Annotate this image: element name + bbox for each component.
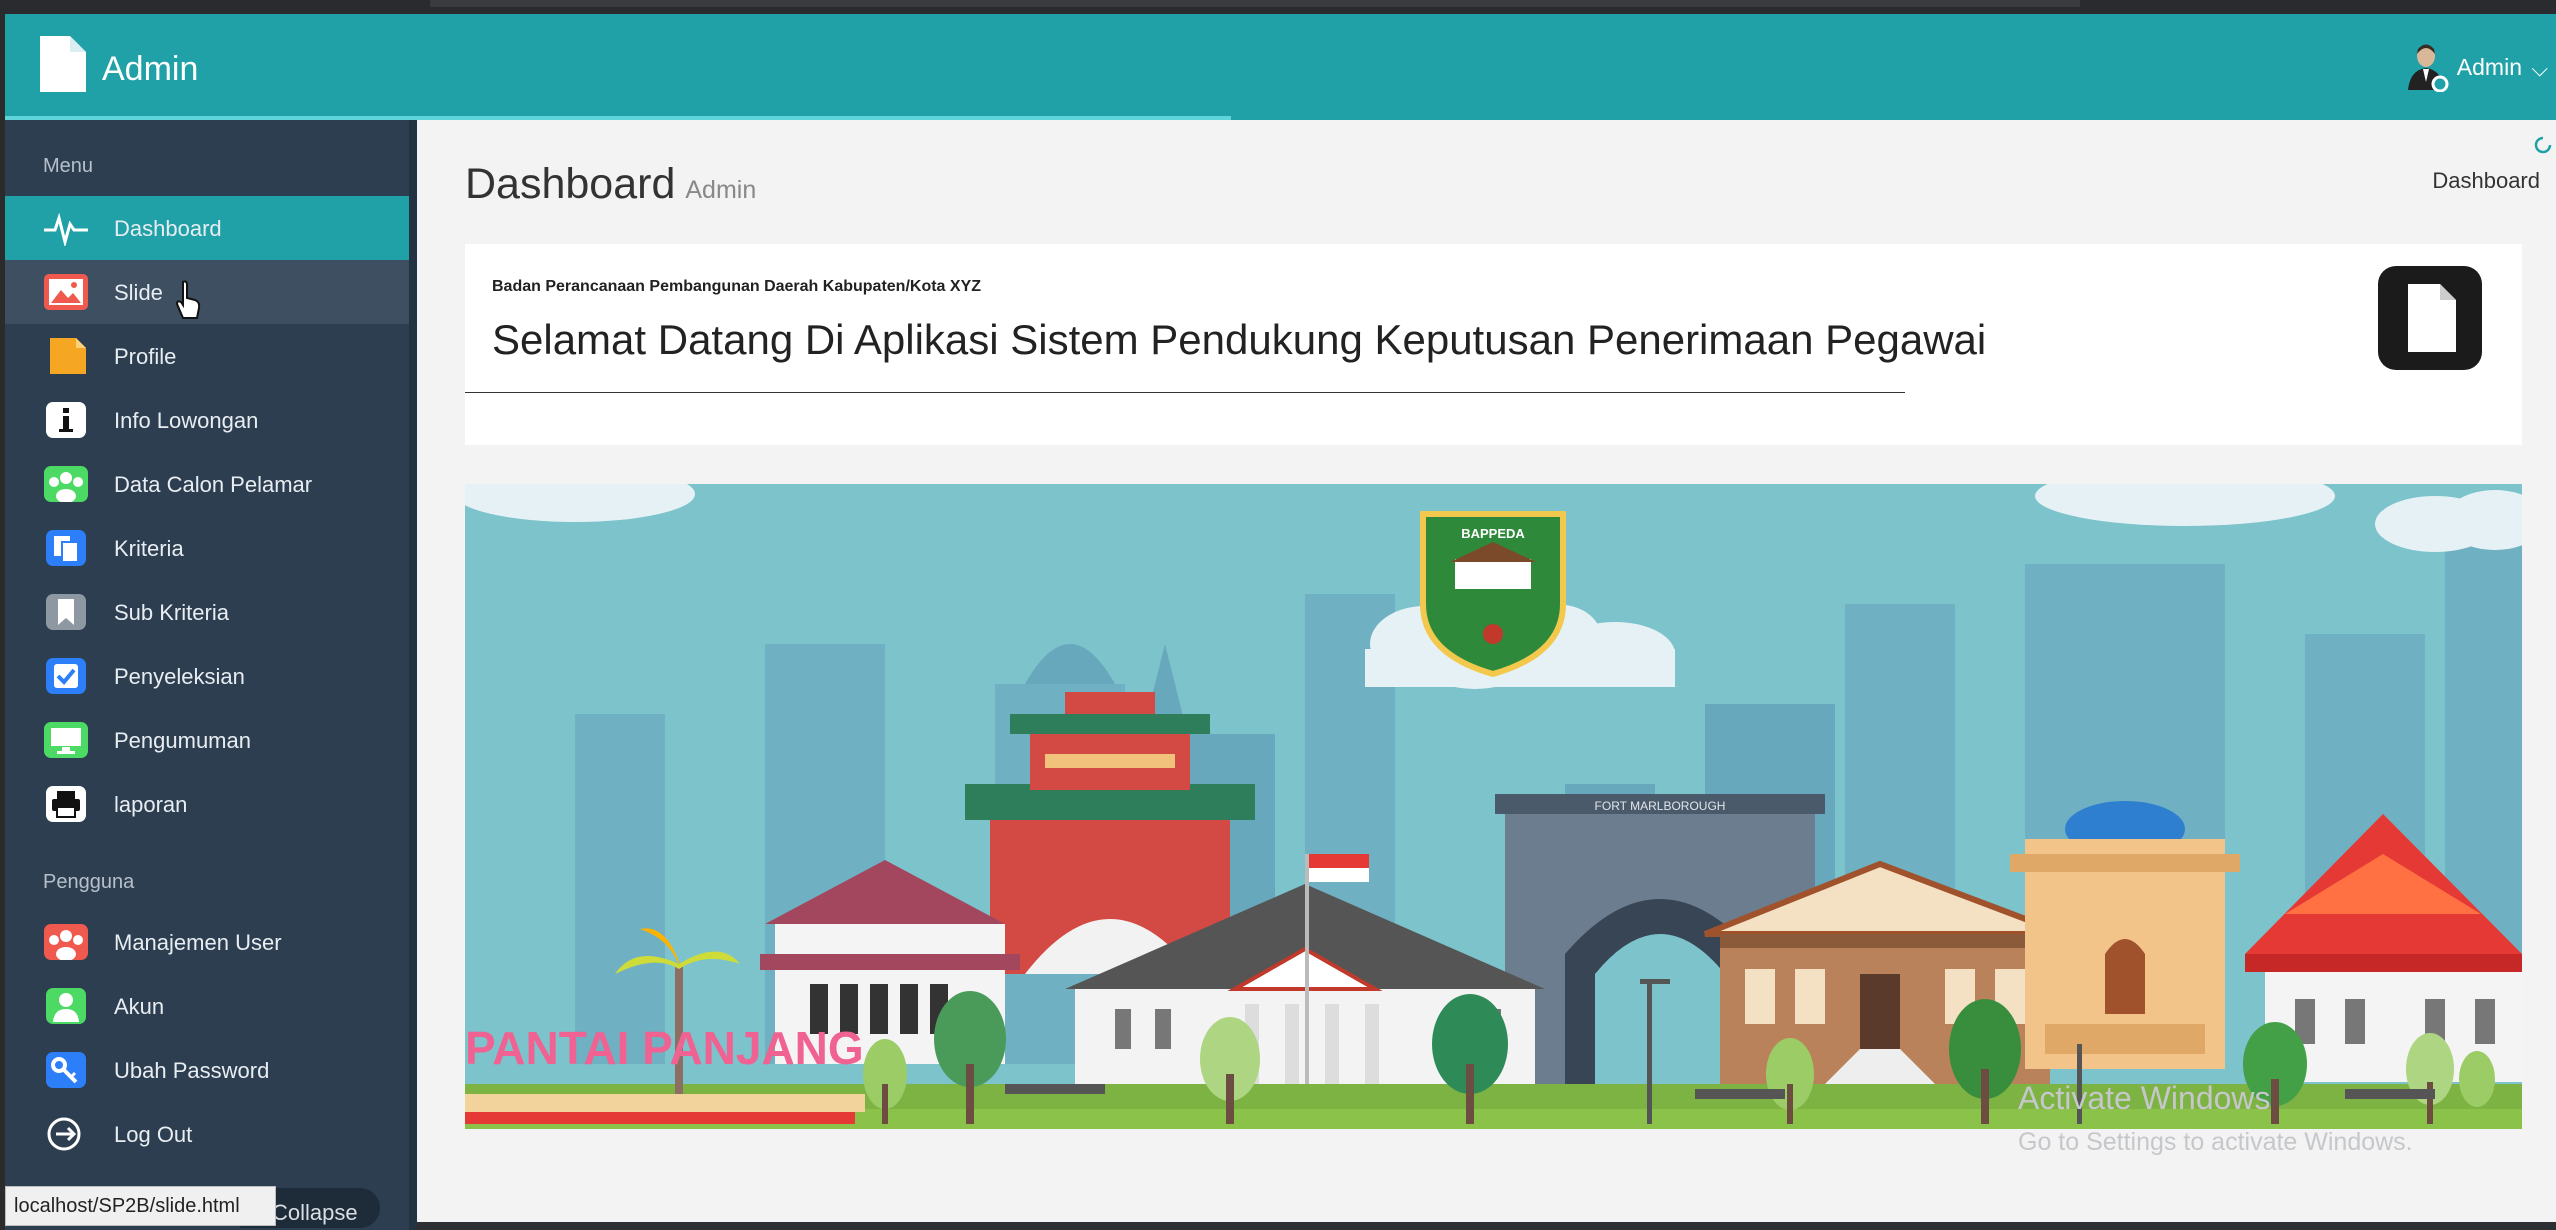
cursor-hand-icon — [175, 280, 201, 319]
sidebar-item-log-out[interactable]: Log Out — [5, 1102, 409, 1166]
logout-icon — [47, 1117, 81, 1151]
page-subtitle: Admin — [685, 176, 757, 204]
sidebar-item-akun[interactable]: Akun — [5, 974, 409, 1038]
windows-activation-watermark-title: Activate Windows — [2018, 1080, 2271, 1116]
monitor-icon — [44, 722, 88, 758]
page-title-text: Dashboard — [465, 160, 676, 208]
copy-icon — [46, 530, 86, 566]
sidebar-item-label: Kriteria — [114, 536, 184, 561]
sidebar-item-laporan[interactable]: laporan — [5, 772, 409, 836]
sidebar-item-dashboard[interactable]: Dashboard — [5, 196, 409, 260]
sidebar-item-label: Profile — [114, 344, 177, 369]
checkbox-icon — [46, 658, 86, 694]
city-illustration: BAPPEDA FORT MARLBOROUGH PANTAI PANJANG — [465, 484, 2522, 1129]
file-icon — [50, 338, 86, 374]
loading-spinner-icon — [2534, 136, 2552, 154]
bookmark-icon — [46, 594, 86, 630]
sidebar-item-kriteria[interactable]: Kriteria — [5, 516, 409, 580]
sidebar-item-manajemen-user[interactable]: Manajemen User — [5, 910, 409, 974]
sidebar-item-ubah-password[interactable]: Ubah Password — [5, 1038, 409, 1102]
main-content: Dashboard Admin Dashboard Badan Perancana… — [417, 120, 2556, 1230]
organization-name: Badan Perancanaan Pembangunan Daerah Kab… — [492, 278, 982, 295]
page-title: Dashboard Admin — [465, 160, 756, 209]
pulse-icon — [44, 212, 88, 246]
users-icon — [44, 466, 88, 502]
sidebar-item-label: Slide — [114, 280, 163, 305]
welcome-card-footer — [465, 393, 2522, 445]
sidebar-item-label: Penyeleksian — [114, 664, 245, 689]
user-name-label[interactable]: Admin — [2457, 54, 2522, 81]
sidebar-item-label: Data Calon Pelamar — [114, 472, 313, 497]
sidebar-item-label: Dashboard — [114, 216, 222, 241]
sidebar-item-data-calon-pelamar[interactable]: Data Calon Pelamar — [5, 452, 409, 516]
bappeda-badge-text: BAPPEDA — [1461, 526, 1525, 541]
sidebar-section-pengguna: Pengguna — [43, 871, 135, 893]
users-icon — [44, 924, 88, 960]
top-window-strip — [0, 0, 2556, 14]
status-bar-url: localhost/SP2B/slide.html — [5, 1186, 276, 1226]
fort-label: FORT MARLBOROUGH — [1595, 799, 1726, 813]
document-icon — [40, 36, 86, 92]
brand-title[interactable]: Admin — [102, 50, 198, 89]
sidebar-item-info-lowongan[interactable]: Info Lowongan — [5, 388, 409, 452]
top-header: Admin Admin ⌵ — [5, 14, 2556, 120]
breadcrumb[interactable]: Dashboard — [2432, 168, 2540, 194]
welcome-card: Badan Perancanaan Pembangunan Daerah Kab… — [465, 244, 2522, 395]
sidebar-item-label: Sub Kriteria — [114, 600, 229, 625]
sidebar-item-label: Log Out — [114, 1122, 193, 1147]
address-strip — [430, 0, 2080, 7]
key-icon — [46, 1052, 86, 1088]
windows-activation-watermark-text: Go to Settings to activate Windows. — [2018, 1128, 2413, 1156]
sidebar-item-pengumuman[interactable]: Pengumuman — [5, 708, 409, 772]
sidebar-item-label: Pengumuman — [114, 728, 251, 753]
user-icon — [46, 988, 86, 1024]
sidebar-item-slide[interactable]: Slide — [5, 260, 409, 324]
chevron-down-icon[interactable]: ⌵ — [2531, 56, 2548, 82]
bottom-window-strip — [417, 1222, 2556, 1230]
city-banner-slide[interactable]: BAPPEDA FORT MARLBOROUGH PANTAI PANJANG — [465, 484, 2522, 1129]
sidebar-edge — [409, 120, 417, 1230]
sidebar-item-label: Manajemen User — [114, 930, 282, 955]
sidebar-item-label: Akun — [114, 994, 165, 1019]
sidebar-item-profile[interactable]: Profile — [5, 324, 409, 388]
sidebar-item-sub-kriteria[interactable]: Sub Kriteria — [5, 580, 409, 644]
document-icon — [2378, 266, 2482, 370]
sidebar: Menu Dashboard Slide Profile Info Lowong… — [5, 120, 417, 1230]
sidebar-section-menu: Menu — [43, 155, 94, 177]
printer-icon — [46, 786, 86, 822]
sidebar-item-label: laporan — [114, 792, 188, 817]
sidebar-item-label: Ubah Password — [114, 1058, 270, 1083]
sidebar-item-label: Info Lowongan — [114, 408, 259, 433]
user-avatar-icon[interactable] — [2406, 42, 2450, 92]
image-icon — [44, 274, 88, 310]
sidebar-item-penyeleksian[interactable]: Penyeleksian — [5, 644, 409, 708]
beach-sign-text: PANTAI PANJANG — [465, 1022, 864, 1074]
info-icon — [46, 402, 86, 438]
welcome-heading: Selamat Datang Di Aplikasi Sistem Penduk… — [492, 316, 1987, 363]
